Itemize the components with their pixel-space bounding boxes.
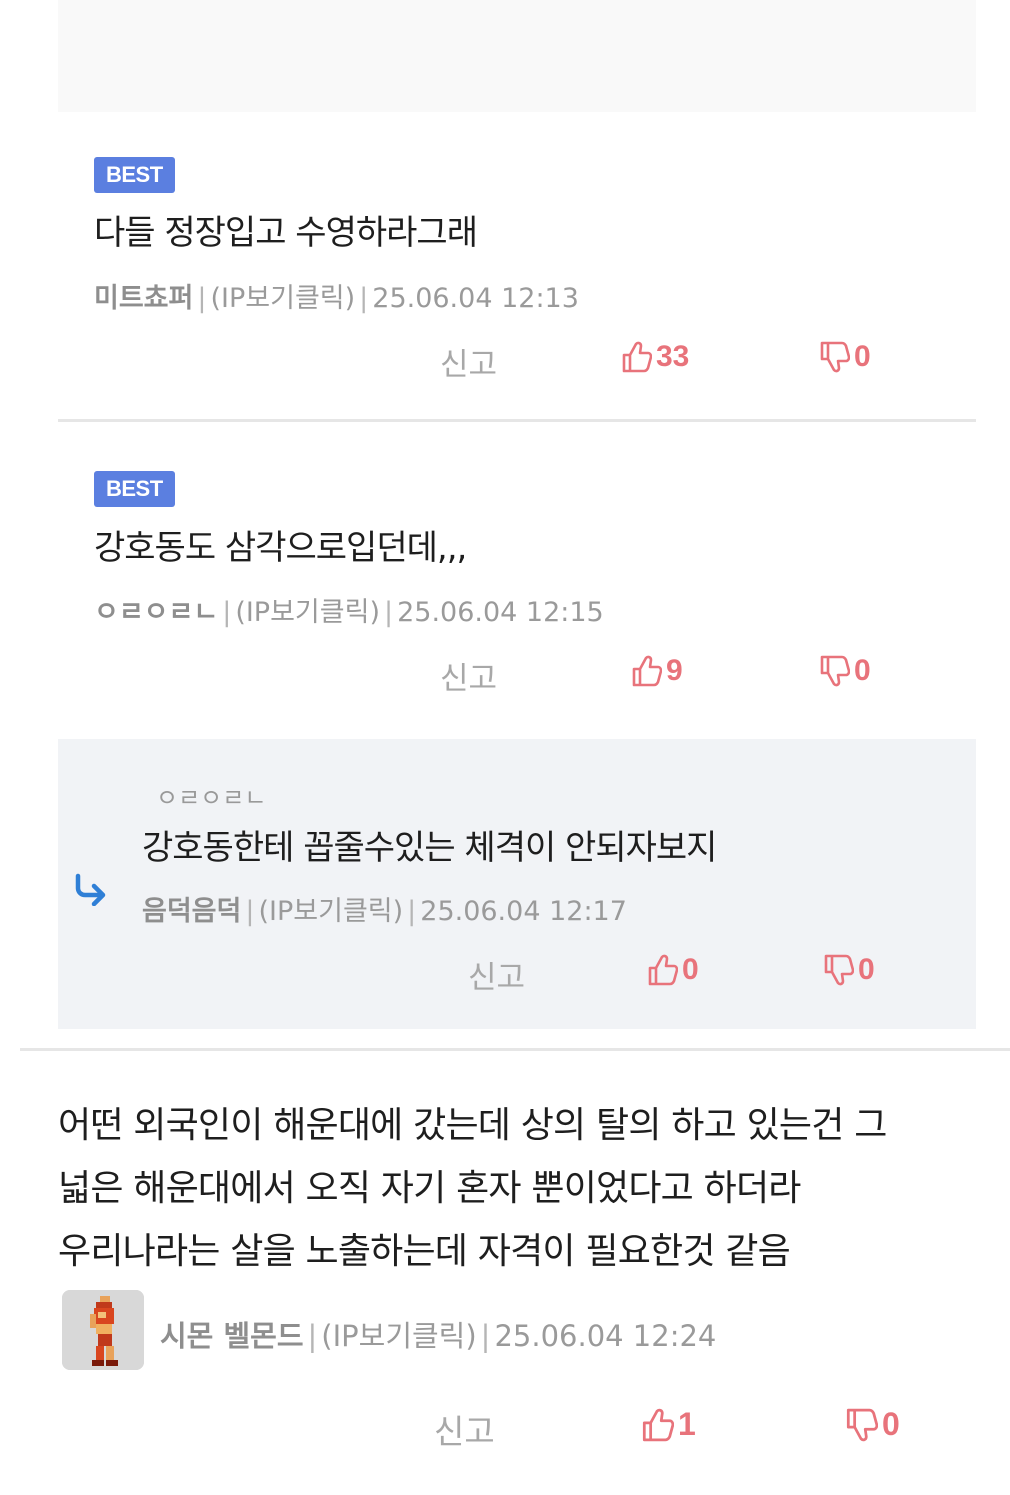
thumbs-down-icon bbox=[846, 1408, 878, 1441]
downvote-button[interactable]: 0 bbox=[818, 340, 871, 374]
reply-date: 25.06.04 12:17 bbox=[420, 896, 627, 927]
meta-separator: | bbox=[480, 1319, 491, 1353]
reply-arrow-icon bbox=[75, 873, 106, 906]
report-button[interactable]: 신고 bbox=[440, 653, 497, 698]
upvote-count: 9 bbox=[666, 654, 683, 687]
report-button[interactable]: 신고 bbox=[468, 952, 525, 997]
thumbs-up-icon bbox=[642, 1408, 674, 1441]
meta-separator: | bbox=[407, 896, 417, 927]
reply-text: 강호동한테 꼽줄수있는 체격이 안되자보지 bbox=[142, 828, 717, 868]
best-badge: BEST bbox=[94, 157, 175, 193]
top-ad-area bbox=[58, 0, 976, 112]
reply-meta: 음덕음덕 | (IP보기클릭) | 25.06.04 12:17 bbox=[142, 889, 627, 928]
author-nickname[interactable]: ㅇㄹㅇㄹㄴ bbox=[94, 597, 218, 628]
comment-divider bbox=[58, 419, 976, 422]
downvote-button[interactable]: 0 bbox=[822, 953, 875, 987]
downvote-count: 0 bbox=[858, 953, 875, 986]
avatar[interactable] bbox=[62, 1290, 144, 1370]
upvote-button[interactable]: 33 bbox=[620, 340, 689, 374]
comment-text-line: 넓은 해운대에서 오직 자기 혼자 뿐이었다고 하더라 bbox=[58, 1168, 801, 1209]
comment-date: 25.06.04 12:15 bbox=[397, 597, 604, 628]
comment-text: 다들 정장입고 수영하라그래 bbox=[94, 213, 478, 253]
section-divider bbox=[20, 1048, 1010, 1051]
report-button[interactable]: 신고 bbox=[440, 339, 497, 384]
ip-view-link[interactable]: (IP보기클릭) bbox=[235, 597, 380, 628]
meta-separator: | bbox=[359, 283, 369, 314]
thumbs-up-icon bbox=[632, 655, 662, 687]
upvote-button[interactable]: 0 bbox=[646, 953, 699, 987]
thumbs-up-icon bbox=[622, 341, 652, 373]
meta-separator: | bbox=[197, 283, 207, 314]
report-button[interactable]: 신고 bbox=[434, 1405, 495, 1453]
downvote-button[interactable]: 0 bbox=[818, 654, 871, 688]
downvote-count: 0 bbox=[854, 654, 871, 687]
thumbs-down-icon bbox=[820, 341, 850, 373]
meta-separator: | bbox=[307, 1319, 318, 1353]
meta-separator: | bbox=[222, 597, 232, 628]
meta-separator: | bbox=[245, 896, 255, 927]
comment-text: 강호동도 삼각으로입던데,,, bbox=[94, 528, 467, 568]
ip-view-link[interactable]: (IP보기클릭) bbox=[210, 283, 355, 314]
downvote-count: 0 bbox=[882, 1406, 900, 1442]
upvote-count: 1 bbox=[678, 1406, 696, 1442]
upvote-count: 0 bbox=[682, 953, 699, 986]
upvote-button[interactable]: 1 bbox=[640, 1406, 696, 1443]
upvote-count: 33 bbox=[656, 340, 690, 373]
comment-meta: 미트쵸퍼 | (IP보기클릭) | 25.06.04 12:13 bbox=[94, 276, 579, 315]
avatar-pixel-character bbox=[62, 1290, 144, 1370]
thumbs-down-icon bbox=[820, 655, 850, 687]
comment-text-line: 어떤 외국인이 해운대에 갔는데 상의 탈의 하고 있는건 그 bbox=[58, 1105, 887, 1146]
meta-separator: | bbox=[383, 597, 394, 628]
downvote-count: 0 bbox=[854, 340, 871, 373]
comment-text-line: 우리나라는 살을 노출하는데 자격이 필요한것 같음 bbox=[58, 1231, 791, 1272]
author-nickname[interactable]: 음덕음덕 bbox=[142, 896, 241, 927]
downvote-button[interactable]: 0 bbox=[844, 1406, 900, 1443]
upvote-button[interactable]: 9 bbox=[630, 654, 683, 688]
best-badge: BEST bbox=[94, 471, 175, 507]
thumbs-down-icon bbox=[824, 954, 854, 986]
comment-meta: 시몬 벨몬드 | (IP보기클릭) | 25.06.04 12:24 bbox=[160, 1313, 716, 1355]
reply-mention[interactable]: ㅇㄹㅇㄹㄴ bbox=[156, 778, 266, 813]
thumbs-up-icon bbox=[648, 954, 678, 986]
author-nickname[interactable]: 미트쵸퍼 bbox=[94, 283, 193, 314]
ip-view-link[interactable]: (IP보기클릭) bbox=[321, 1319, 476, 1353]
ip-view-link[interactable]: (IP보기클릭) bbox=[258, 896, 403, 927]
comment-meta: ㅇㄹㅇㄹㄴ | (IP보기클릭) | 25.06.04 12:15 bbox=[94, 590, 604, 629]
comment-date: 25.06.04 12:24 bbox=[494, 1319, 717, 1353]
author-nickname[interactable]: 시몬 벨몬드 bbox=[160, 1319, 304, 1353]
comment-date: 25.06.04 12:13 bbox=[372, 283, 579, 314]
